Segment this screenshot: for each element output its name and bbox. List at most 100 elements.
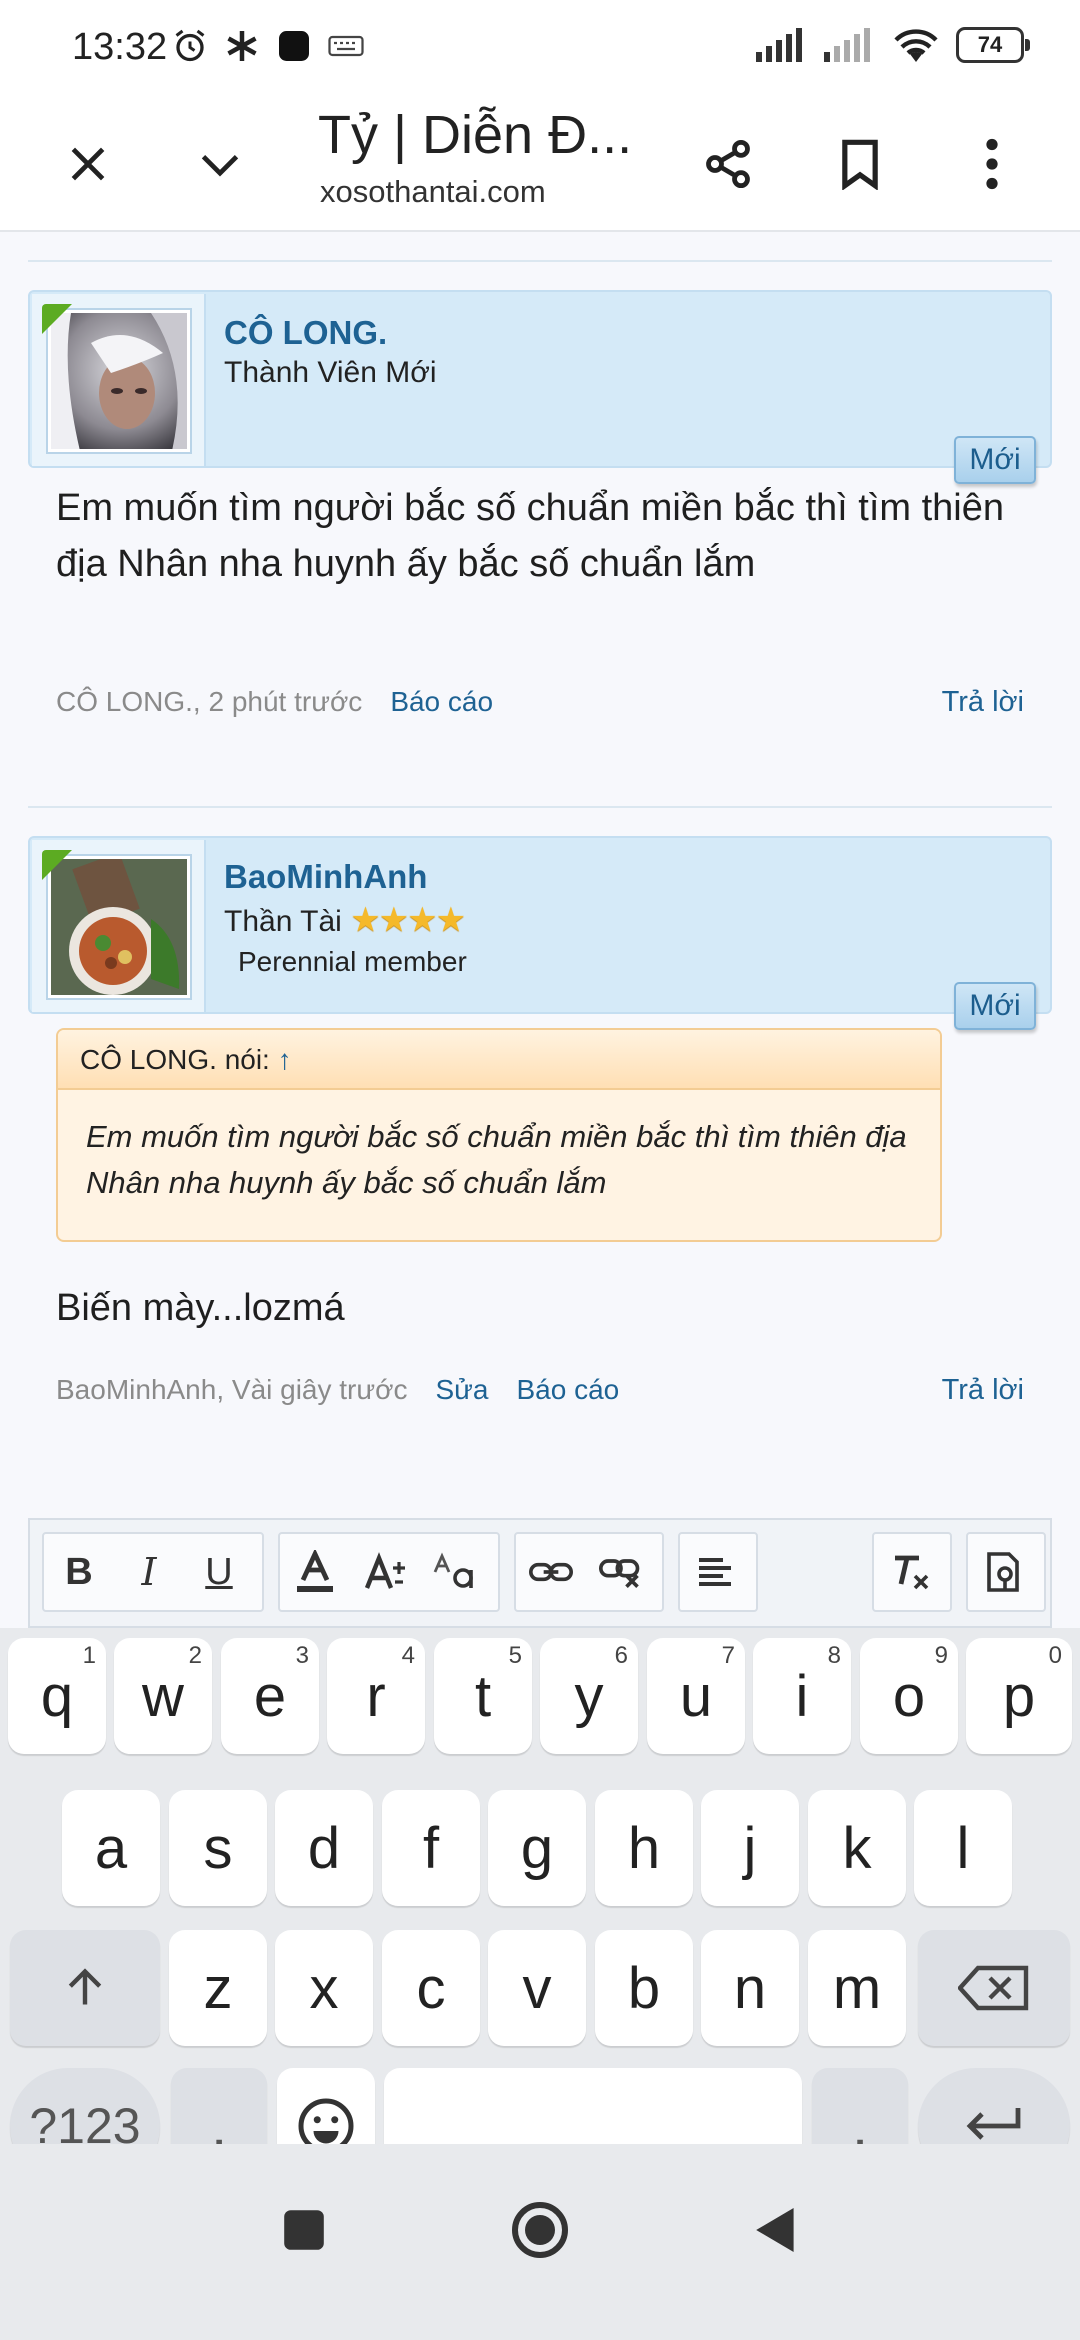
share-icon [706, 139, 750, 189]
more-options-button[interactable] [950, 122, 1034, 206]
post-header: BaoMinhAnh Thần Tài ★★★★ Perennial membe… [28, 836, 1052, 1030]
key-u[interactable]: u7 [647, 1638, 745, 1754]
key-b[interactable]: b [595, 1930, 693, 2046]
report-link[interactable]: Báo cáo [390, 686, 493, 718]
back-triangle-icon [756, 2208, 794, 2252]
close-tab-button[interactable] [46, 122, 130, 206]
signal-weak-icon [824, 28, 870, 62]
online-indicator [42, 850, 72, 880]
share-button[interactable] [686, 122, 770, 206]
text-color-button[interactable] [280, 1534, 350, 1610]
quote-text: Em muốn tìm người bắc số chuẩn miền bắc … [86, 1119, 907, 1200]
page-settings-icon [987, 1552, 1019, 1592]
remove-link-button[interactable] [586, 1534, 656, 1610]
backspace-key[interactable] [918, 1930, 1070, 2046]
key-m[interactable]: m [808, 1930, 906, 2046]
soft-keyboard: q1 w2 e3 r4 t5 y6 u7 i8 o9 p0 a s d f g … [0, 1628, 1080, 2184]
key-o[interactable]: o9 [860, 1638, 958, 1754]
key-i[interactable]: i8 [753, 1638, 851, 1754]
username[interactable]: CÔ LONG. [224, 314, 387, 352]
key-s[interactable]: s [169, 1790, 267, 1906]
home-icon [512, 2202, 568, 2258]
bookmark-icon [842, 139, 878, 190]
back-button[interactable] [746, 2200, 806, 2260]
edit-link[interactable]: Sửa [436, 1374, 489, 1406]
underline-button[interactable]: U [184, 1534, 254, 1610]
key-t[interactable]: t5 [434, 1638, 532, 1754]
user-title: Thần Tài ★★★★ [224, 900, 466, 940]
bold-button[interactable]: B [44, 1534, 114, 1610]
key-g[interactable]: g [488, 1790, 586, 1906]
link-group [514, 1532, 664, 1612]
post-meta: BaoMinhAnh, Vài giây trước Sửa Báo cáo [56, 1374, 619, 1406]
post-message: Em muốn tìm người bắc số chuẩn miền bắc … [56, 487, 1005, 585]
key-x[interactable]: x [275, 1930, 373, 2046]
username[interactable]: BaoMinhAnh [224, 858, 427, 896]
app-notification-icon [227, 31, 257, 61]
new-badge: Mới [954, 436, 1036, 484]
post-author-time: CÔ LONG., 2 phút trước [56, 686, 363, 717]
key-f[interactable]: f [382, 1790, 480, 1906]
report-link[interactable]: Báo cáo [517, 1374, 620, 1406]
key-v[interactable]: v [488, 1930, 586, 2046]
key-l[interactable]: l [914, 1790, 1012, 1906]
key-c[interactable]: c [382, 1930, 480, 2046]
key-n[interactable]: n [701, 1930, 799, 2046]
online-indicator [42, 304, 72, 334]
post-divider [28, 260, 1052, 262]
italic-button[interactable]: I [114, 1534, 184, 1610]
wifi-icon [894, 29, 938, 62]
key-j[interactable]: j [701, 1790, 799, 1906]
key-p[interactable]: p0 [966, 1638, 1072, 1754]
text-color-icon [297, 1550, 333, 1592]
chevron-down-icon [201, 154, 239, 177]
clear-format-group [872, 1532, 952, 1612]
clear-format-button[interactable] [874, 1534, 944, 1610]
link-icon [529, 1562, 573, 1582]
page-url: xosothantai.com [320, 174, 546, 209]
format-group: B I U [42, 1532, 264, 1612]
minimize-button[interactable] [178, 122, 262, 206]
key-q[interactable]: q1 [8, 1638, 106, 1754]
align-left-icon [699, 1558, 731, 1586]
post-meta: CÔ LONG., 2 phút trước Báo cáo [56, 686, 493, 718]
key-a[interactable]: a [62, 1790, 160, 1906]
more-vertical-icon [986, 138, 998, 190]
enter-icon [966, 2108, 1021, 2140]
recents-icon [284, 2210, 324, 2250]
align-button[interactable] [680, 1534, 750, 1610]
home-button[interactable] [506, 2196, 574, 2264]
app-notification-square-icon [279, 31, 309, 61]
post-divider [28, 806, 1052, 808]
key-r[interactable]: r4 [327, 1638, 425, 1754]
shift-key[interactable] [10, 1930, 160, 2046]
unlink-icon [599, 1559, 640, 1588]
reply-link[interactable]: Trả lời [942, 686, 1024, 719]
font-size-button[interactable] [350, 1534, 420, 1610]
key-y[interactable]: y6 [540, 1638, 638, 1754]
key-w[interactable]: w2 [114, 1638, 212, 1754]
text-style-group [278, 1532, 500, 1612]
key-e[interactable]: e3 [221, 1638, 319, 1754]
key-h[interactable]: h [595, 1790, 693, 1906]
insert-link-button[interactable] [516, 1534, 586, 1610]
signal-icon [756, 28, 802, 62]
quote-author: CÔ LONG. nói: [80, 1044, 270, 1075]
post-author-time: BaoMinhAnh, Vài giây trước [56, 1374, 408, 1405]
remove-format-button[interactable] [968, 1534, 1038, 1610]
key-k[interactable]: k [808, 1790, 906, 1906]
font-family-button[interactable] [420, 1534, 490, 1610]
user-rank: Thần Tài [224, 905, 342, 938]
page-title: Tỷ | Diễn Đ... [318, 105, 633, 165]
quote-jump-link[interactable]: ↑ [278, 1044, 292, 1075]
battery-indicator: 74 [956, 27, 1030, 63]
bookmark-button[interactable] [818, 122, 902, 206]
reply-link[interactable]: Trả lời [942, 1374, 1024, 1407]
shift-icon [68, 1968, 102, 2005]
key-d[interactable]: d [275, 1790, 373, 1906]
key-z[interactable]: z [169, 1930, 267, 2046]
font-family-icon [433, 1552, 473, 1588]
status-time: 13:32 [72, 26, 168, 68]
recents-button[interactable] [274, 2200, 334, 2260]
editor-toolbar: B I U [28, 1518, 1052, 1628]
